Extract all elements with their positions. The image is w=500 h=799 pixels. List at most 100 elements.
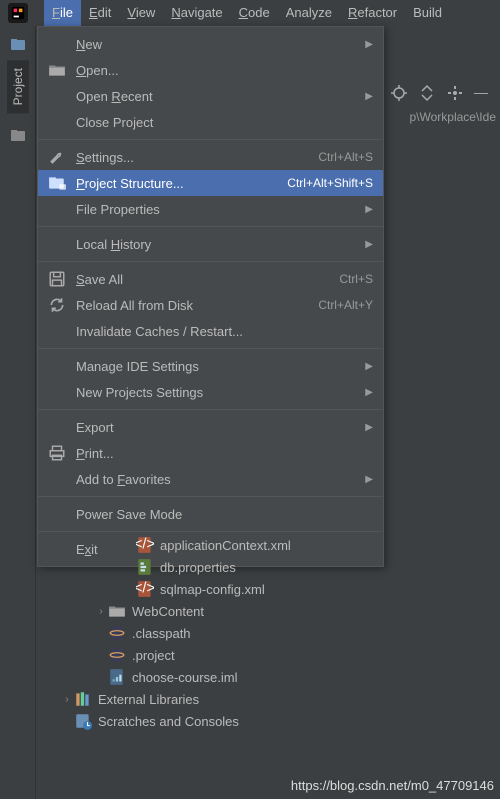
scratch-icon (74, 713, 92, 729)
watermark: https://blog.csdn.net/m0_47709146 (291, 778, 494, 793)
menu-item-manage-ide-settings[interactable]: Manage IDE Settings▶ (38, 353, 383, 379)
submenu-arrow-icon: ▶ (365, 239, 373, 250)
eclipse-icon (108, 647, 126, 663)
proj-icon (48, 174, 66, 192)
editor-tab-path[interactable]: p\Workplace\Ide (410, 110, 500, 124)
menu-item-print[interactable]: Print... (38, 440, 383, 466)
project-icon[interactable] (10, 36, 26, 52)
tree-arrow-icon: › (94, 606, 108, 617)
menu-edit[interactable]: Edit (81, 0, 119, 26)
menu-item-open-recent[interactable]: Open Recent▶ (38, 83, 383, 109)
structure-icon[interactable] (10, 127, 26, 143)
tree-label: applicationContext.xml (160, 538, 291, 553)
iml-icon (108, 669, 126, 685)
submenu-arrow-icon: ▶ (365, 361, 373, 372)
submenu-arrow-icon: ▶ (365, 204, 373, 215)
blank-icon (48, 113, 66, 131)
tree-row[interactable]: db.properties (36, 556, 500, 578)
menu-item-label: Manage IDE Settings (76, 359, 373, 374)
tree-row[interactable]: .project (36, 644, 500, 666)
tree-row[interactable]: Scratches and Consoles (36, 710, 500, 732)
tree-label: sqlmap-config.xml (160, 582, 265, 597)
menu-item-label: Close Project (76, 115, 373, 130)
menu-item-label: Save All (76, 272, 339, 287)
tree-row[interactable]: ›External Libraries (36, 688, 500, 710)
menu-navigate[interactable]: Navigate (163, 0, 230, 26)
menu-separator (38, 226, 383, 227)
menu-code[interactable]: Code (231, 0, 278, 26)
menu-item-label: Reload All from Disk (76, 298, 318, 313)
tree-row[interactable]: choose-course.iml (36, 666, 500, 688)
tree-label: db.properties (160, 560, 236, 575)
menu-shortcut: Ctrl+Alt+Y (318, 298, 373, 312)
folder-icon (48, 61, 66, 79)
hide-icon[interactable]: — (474, 84, 492, 102)
tree-label: .project (132, 648, 175, 663)
menu-item-add-to-favorites[interactable]: Add to Favorites▶ (38, 466, 383, 492)
tree-label: .classpath (132, 626, 191, 641)
menu-item-label: Power Save Mode (76, 507, 373, 522)
menu-item-file-properties[interactable]: File Properties▶ (38, 196, 383, 222)
menu-shortcut: Ctrl+S (339, 272, 373, 286)
toolbar-right: — (390, 78, 500, 108)
blank-icon (48, 470, 66, 488)
menu-item-label: Open Recent (76, 89, 373, 104)
submenu-arrow-icon: ▶ (365, 422, 373, 433)
blank-icon (48, 357, 66, 375)
menu-item-label: Export (76, 420, 373, 435)
tree-row[interactable]: › WebContent (36, 600, 500, 622)
blank-icon (48, 505, 66, 523)
menu-item-label: Settings... (76, 150, 318, 165)
tool-sidebar: Project (0, 26, 36, 799)
submenu-arrow-icon: ▶ (365, 387, 373, 398)
menu-item-label: New Projects Settings (76, 385, 373, 400)
menu-item-label: Open... (76, 63, 373, 78)
menu-item-close-project[interactable]: Close Project (38, 109, 383, 135)
props-icon (136, 559, 154, 575)
blank-icon (48, 35, 66, 53)
menu-item-settings[interactable]: Settings...Ctrl+Alt+S (38, 144, 383, 170)
blank-icon (48, 235, 66, 253)
menu-refactor[interactable]: Refactor (340, 0, 405, 26)
blank-icon (48, 87, 66, 105)
menu-separator (38, 348, 383, 349)
menu-separator (38, 409, 383, 410)
libs-icon (74, 691, 92, 707)
tree-label: choose-course.iml (132, 670, 238, 685)
menu-file[interactable]: File (44, 0, 81, 26)
menu-shortcut: Ctrl+Alt+Shift+S (287, 176, 373, 190)
expand-all-icon[interactable] (418, 84, 436, 102)
menu-item-reload-all-from-disk[interactable]: Reload All from DiskCtrl+Alt+Y (38, 292, 383, 318)
menu-item-project-structure[interactable]: Project Structure...Ctrl+Alt+Shift+S (38, 170, 383, 196)
menu-build[interactable]: Build (405, 0, 450, 26)
svg-text:</>: </> (136, 580, 154, 596)
blank-icon (48, 383, 66, 401)
menu-item-label: File Properties (76, 202, 373, 217)
tree-row[interactable]: </>applicationContext.xml (36, 534, 500, 556)
settings-icon[interactable] (446, 84, 464, 102)
save-icon (48, 270, 66, 288)
menu-item-open[interactable]: Open... (38, 57, 383, 83)
submenu-arrow-icon: ▶ (365, 474, 373, 485)
menu-analyze[interactable]: Analyze (278, 0, 340, 26)
menu-view[interactable]: View (119, 0, 163, 26)
menu-item-export[interactable]: Export▶ (38, 414, 383, 440)
xml-icon: </> (136, 581, 154, 597)
tree-label: WebContent (132, 604, 204, 619)
menu-item-new-projects-settings[interactable]: New Projects Settings▶ (38, 379, 383, 405)
tree-row[interactable]: </> sqlmap-config.xml (36, 578, 500, 600)
menu-item-save-all[interactable]: Save AllCtrl+S (38, 266, 383, 292)
menu-item-power-save-mode[interactable]: Power Save Mode (38, 501, 383, 527)
target-icon[interactable] (390, 84, 408, 102)
ide-logo (8, 3, 28, 23)
project-tool-tab[interactable]: Project (7, 60, 29, 113)
tree-row[interactable]: .classpath (36, 622, 500, 644)
file-menu-dropdown: New▶Open...Open Recent▶Close ProjectSett… (37, 26, 384, 567)
blank-icon (48, 200, 66, 218)
project-tree: </>applicationContext.xmldb.properties</… (36, 534, 500, 732)
print-icon (48, 444, 66, 462)
menu-item-invalidate-caches-restart[interactable]: Invalidate Caches / Restart... (38, 318, 383, 344)
menu-item-new[interactable]: New▶ (38, 31, 383, 57)
reload-icon (48, 296, 66, 314)
menu-item-local-history[interactable]: Local History▶ (38, 231, 383, 257)
